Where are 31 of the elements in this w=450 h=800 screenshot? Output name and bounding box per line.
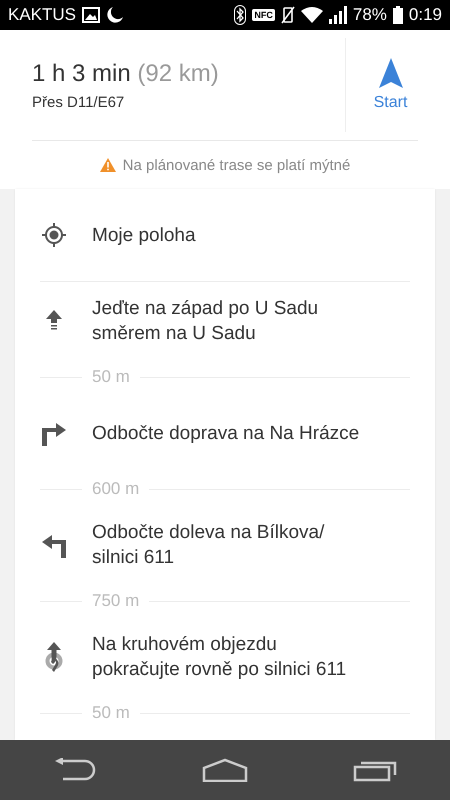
step-instruction[interactable]: Odbočte doprava na Na Hrázce (92, 420, 367, 446)
step-distance: 750 m (92, 591, 140, 611)
step-distance: 50 m (92, 703, 130, 723)
step-instruction[interactable]: Na kruhovém objezdu pokračujte rovně po silnici 611 (92, 632, 367, 682)
start-button[interactable]: Start (345, 38, 435, 132)
clock: 0:19 (408, 5, 442, 25)
route-duration: 1 h 3 min (92 km) (32, 60, 220, 88)
step-instruction[interactable]: Jeďte na západ po U Sadu směrem na U Sadu (92, 296, 367, 346)
turn-right-icon (42, 420, 66, 446)
roundabout-icon (44, 642, 64, 672)
step-distance: 600 m (92, 479, 140, 499)
wifi-icon (300, 7, 323, 23)
moon-icon (106, 6, 124, 24)
toll-warning: Na plánované trase se platí mýtné (122, 156, 350, 174)
step-instruction[interactable]: Moje poloha (92, 222, 367, 248)
turn-left-icon (42, 532, 66, 558)
nfc-icon: NFC (252, 9, 275, 21)
my-location-icon (40, 222, 66, 248)
straight-arrow-icon (46, 310, 62, 332)
carrier-name: KAKTUS (8, 5, 76, 25)
step-distance: 50 m (92, 367, 130, 387)
vibrate-off-icon (280, 6, 295, 24)
step-instruction[interactable]: Odbočte doleva na Bílkova/ silnici 611 (92, 520, 367, 570)
image-icon (82, 7, 100, 23)
signal-icon (328, 6, 347, 24)
battery-percentage: 78% (352, 5, 387, 25)
bluetooth-icon (234, 5, 246, 25)
route-via: Přes D11/E67 (32, 94, 126, 110)
battery-icon (392, 6, 403, 24)
warning-icon (100, 158, 116, 172)
navigation-arrow-icon (378, 58, 402, 88)
